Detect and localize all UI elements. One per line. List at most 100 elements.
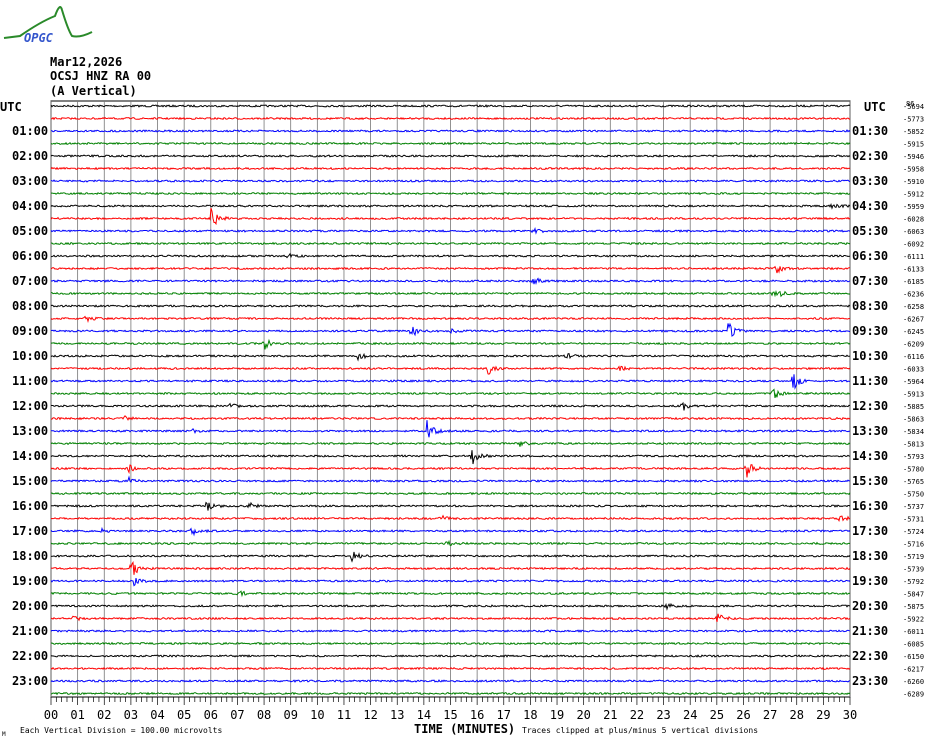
x-tick-label: 02: [97, 708, 111, 722]
x-tick-label: 22: [630, 708, 644, 722]
left-hour-label: 22:00: [12, 649, 48, 663]
right-hour-label: 05:30: [852, 224, 888, 238]
x-tick-label: 03: [124, 708, 138, 722]
left-hour-label: 01:00: [12, 124, 48, 138]
left-hour-label: 05:00: [12, 224, 48, 238]
right-hour-label: 02:30: [852, 149, 888, 163]
right-hour-label: 03:30: [852, 174, 888, 188]
right-hour-label: 10:30: [852, 349, 888, 363]
left-hour-label: 06:00: [12, 249, 48, 263]
left-hour-label: 15:00: [12, 474, 48, 488]
trace-offset-label: -5922: [903, 616, 924, 624]
right-hour-label: 20:30: [852, 599, 888, 613]
right-hour-label: 16:30: [852, 499, 888, 513]
right-hour-label: 23:30: [852, 674, 888, 688]
trace-offset-label: -5910: [903, 178, 924, 186]
right-hour-label: 14:30: [852, 449, 888, 463]
trace-offset-label: -5847: [903, 591, 924, 599]
trace-offset-label: -5792: [903, 578, 924, 586]
x-tick-label: 28: [790, 708, 804, 722]
x-axis-title: TIME (MINUTES): [414, 722, 515, 736]
trace-offset-label: -6260: [903, 678, 924, 686]
overlap-top-label: 86: [906, 100, 914, 108]
trace-offset-label: -6217: [903, 666, 924, 674]
right-hour-label: 15:30: [852, 474, 888, 488]
x-tick-label: 13: [390, 708, 404, 722]
right-hour-label: 21:30: [852, 624, 888, 638]
left-hour-label: 12:00: [12, 399, 48, 413]
left-hour-label: 16:00: [12, 499, 48, 513]
trace-offset-label: -5813: [903, 441, 924, 449]
trace-offset-label: -5719: [903, 553, 924, 561]
left-hour-label: 23:00: [12, 674, 48, 688]
right-hour-label: 18:30: [852, 549, 888, 563]
trace-offset-label: -6258: [903, 303, 924, 311]
trace-offset-label: -6092: [903, 241, 924, 249]
x-tick-label: 11: [337, 708, 351, 722]
scale-note: Each Vertical Division = 100.00 microvol…: [20, 726, 222, 735]
trace-offset-label: -5739: [903, 566, 924, 574]
x-tick-label: 20: [576, 708, 590, 722]
trace-offset-label: -5915: [903, 141, 924, 149]
right-hour-label: 13:30: [852, 424, 888, 438]
trace-offset-label: -6236: [903, 291, 924, 299]
right-hour-label: 06:30: [852, 249, 888, 263]
x-tick-label: 25: [710, 708, 724, 722]
trace-offset-label: -5912: [903, 191, 924, 199]
left-hour-label: 14:00: [12, 449, 48, 463]
trace-offset-label: -6063: [903, 228, 924, 236]
x-tick-label: 30: [843, 708, 857, 722]
x-tick-label: 23: [656, 708, 670, 722]
x-tick-label: 15: [443, 708, 457, 722]
trace-offset-label: -5780: [903, 466, 924, 474]
x-tick-label: 10: [310, 708, 324, 722]
right-hour-label: 22:30: [852, 649, 888, 663]
x-tick-label: 26: [736, 708, 750, 722]
x-tick-label: 00: [44, 708, 58, 722]
trace-offset-label: -6209: [903, 341, 924, 349]
trace-offset-label: -5885: [903, 403, 924, 411]
trace-offset-label: -5959: [903, 203, 924, 211]
trace-offset-label: -5750: [903, 491, 924, 499]
trace-offset-label: -5964: [903, 378, 924, 386]
trace-offset-label: -6150: [903, 653, 924, 661]
x-tick-label: 18: [523, 708, 537, 722]
right-hour-label: 09:30: [852, 324, 888, 338]
x-tick-label: 29: [816, 708, 830, 722]
trace-offset-label: -5737: [903, 503, 924, 511]
right-hour-label: 12:30: [852, 399, 888, 413]
trace-offset-label: -5913: [903, 391, 924, 399]
x-tick-label: 27: [763, 708, 777, 722]
left-utc-header: UTC: [0, 100, 22, 114]
trace-offset-label: -5875: [903, 603, 924, 611]
x-tick-label: 07: [230, 708, 244, 722]
left-hour-label: 13:00: [12, 424, 48, 438]
trace-offset-label: -6085: [903, 641, 924, 649]
left-hour-label: 02:00: [12, 149, 48, 163]
right-hour-label: 19:30: [852, 574, 888, 588]
trace-offset-label: -6245: [903, 328, 924, 336]
trace-offset-label: -5793: [903, 453, 924, 461]
x-tick-label: 16: [470, 708, 484, 722]
x-tick-label: 05: [177, 708, 191, 722]
x-tick-label: 21: [603, 708, 617, 722]
x-tick-label: 14: [417, 708, 431, 722]
left-hour-label: 19:00: [12, 574, 48, 588]
trace-offset-label: -6028: [903, 216, 924, 224]
x-tick-label: 24: [683, 708, 697, 722]
left-hour-label: 08:00: [12, 299, 48, 313]
x-tick-label: 01: [70, 708, 84, 722]
trace-offset-label: -5724: [903, 528, 924, 536]
left-hour-label: 07:00: [12, 274, 48, 288]
x-tick-label: 12: [363, 708, 377, 722]
left-hour-label: 09:00: [12, 324, 48, 338]
trace-offset-label: -5863: [903, 416, 924, 424]
left-hour-label: 04:00: [12, 199, 48, 213]
left-hour-label: 18:00: [12, 549, 48, 563]
right-hour-label: 07:30: [852, 274, 888, 288]
trace-offset-label: -5731: [903, 516, 924, 524]
trace-offset-label: -6011: [903, 628, 924, 636]
right-hour-label: 08:30: [852, 299, 888, 313]
trace-offset-label: -6111: [903, 253, 924, 261]
x-tick-label: 19: [550, 708, 564, 722]
